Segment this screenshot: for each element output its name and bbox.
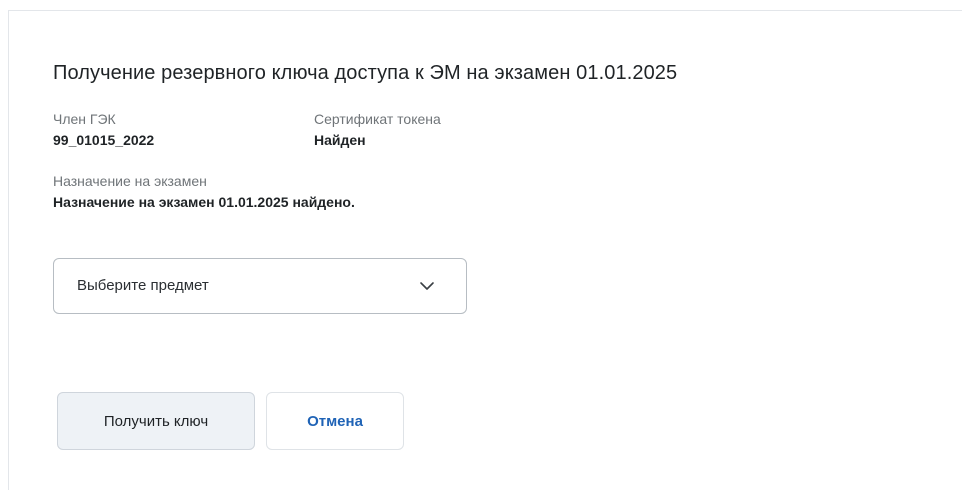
- cancel-button[interactable]: Отмена: [266, 392, 404, 450]
- subject-select-placeholder: Выберите предмет: [77, 277, 209, 294]
- member-value: 99_01015_2022: [53, 132, 155, 148]
- assignment-value: Назначение на экзамен 01.01.2025 найдено…: [53, 194, 355, 210]
- certificate-value: Найден: [314, 132, 366, 148]
- member-label: Член ГЭК: [53, 111, 116, 127]
- dialog-title: Получение резервного ключа доступа к ЭМ …: [53, 62, 678, 84]
- assignment-label: Назначение на экзамен: [53, 173, 207, 189]
- chevron-down-icon: [420, 282, 434, 290]
- certificate-label: Сертификат токена: [314, 111, 441, 127]
- get-key-button[interactable]: Получить ключ: [57, 392, 255, 450]
- subject-select[interactable]: Выберите предмет: [53, 258, 467, 314]
- reserve-key-dialog: Получение резервного ключа доступа к ЭМ …: [8, 10, 962, 490]
